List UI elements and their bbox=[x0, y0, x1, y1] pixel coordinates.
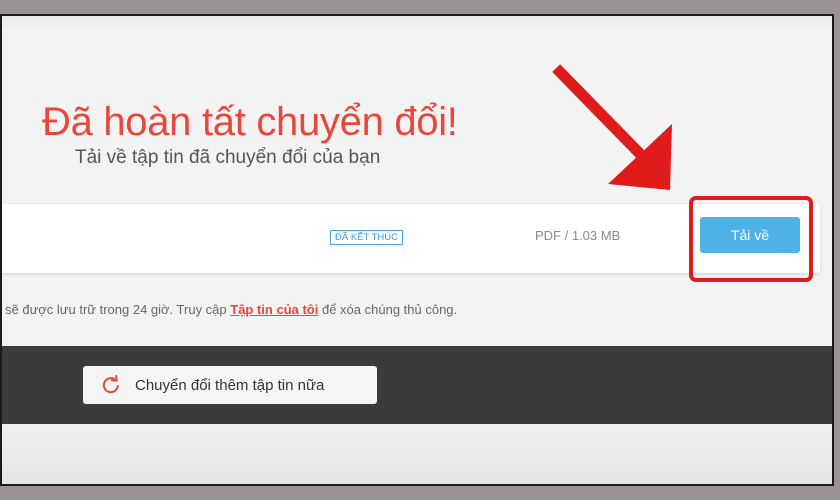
retention-note: sẽ được lưu trữ trong 24 giờ. Truy cập T… bbox=[5, 302, 457, 317]
annotation-highlight-box bbox=[689, 196, 813, 282]
convert-more-label: Chuyển đổi thêm tập tin nữa bbox=[135, 376, 325, 394]
page-subtitle: Tải về tập tin đã chuyển đổi của bạn bbox=[75, 147, 381, 168]
actions-band: Chuyển đổi thêm tập tin nữa bbox=[2, 346, 832, 424]
bottom-strip bbox=[2, 424, 832, 484]
retention-note-text: sẽ được lưu trữ trong 24 giờ. Truy cập bbox=[5, 302, 231, 317]
page-title: Đã hoàn tất chuyển đổi! bbox=[42, 100, 458, 144]
file-format-size: PDF / 1.03 MB bbox=[535, 228, 621, 243]
my-files-link[interactable]: Tập tin của tôi bbox=[230, 302, 318, 317]
annotation-arrow-icon bbox=[552, 64, 672, 190]
app-frame: Đã hoàn tất chuyển đổi! Tải về tập tin đ… bbox=[0, 14, 834, 486]
convert-more-button[interactable]: Chuyển đổi thêm tập tin nữa bbox=[83, 366, 377, 404]
retention-note-text-end: để xóa chúng thủ công. bbox=[318, 302, 458, 317]
status-badge: ĐÃ KẾT THÚC bbox=[330, 230, 403, 245]
top-strip bbox=[2, 16, 832, 32]
refresh-icon bbox=[102, 375, 119, 394]
